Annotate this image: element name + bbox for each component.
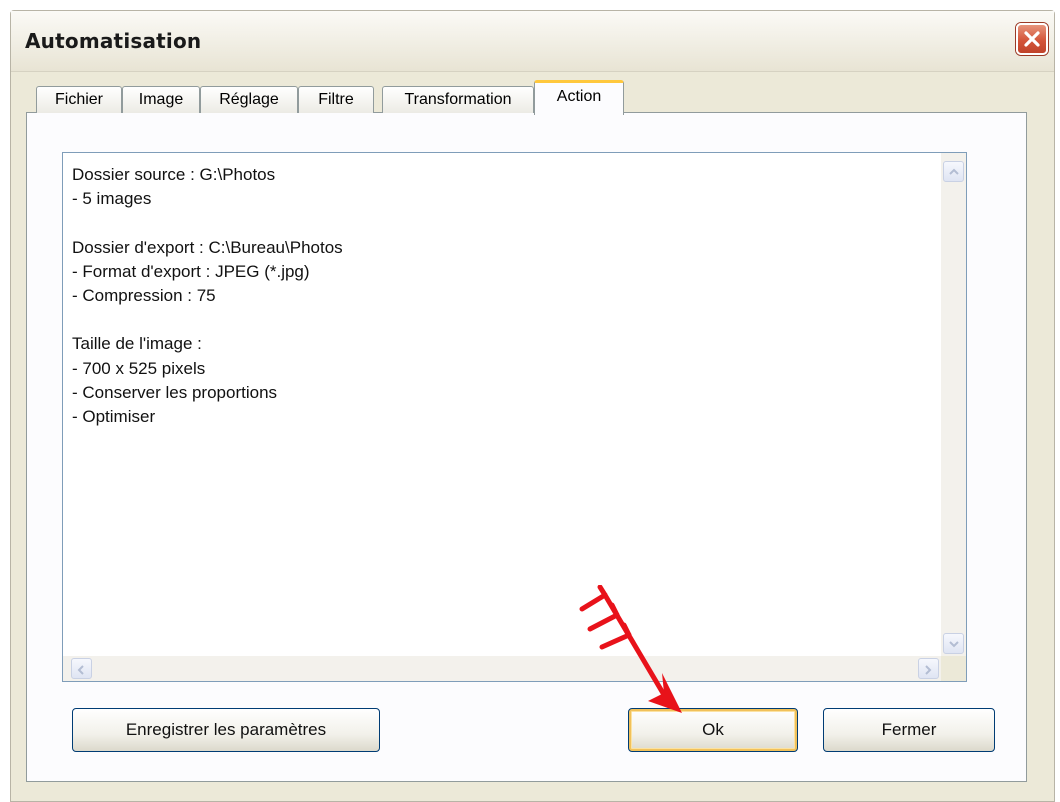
- summary-textarea[interactable]: Dossier source : G:\Photos - 5 images Do…: [62, 152, 967, 682]
- scroll-down-button[interactable]: [943, 633, 964, 654]
- close-window-button[interactable]: [1016, 23, 1048, 55]
- title-bar[interactable]: Automatisation: [11, 11, 1054, 72]
- scroll-up-button[interactable]: [943, 161, 964, 182]
- summary-text: Dossier source : G:\Photos - 5 images Do…: [72, 165, 343, 427]
- scroll-left-button[interactable]: [71, 658, 92, 679]
- horizontal-scrollbar[interactable]: [63, 656, 941, 681]
- tab-action[interactable]: Action: [534, 80, 624, 115]
- tab-image[interactable]: Image: [122, 86, 200, 113]
- tab-filtre[interactable]: Filtre: [298, 86, 374, 113]
- close-button[interactable]: Fermer: [823, 708, 995, 752]
- tab-reglage[interactable]: Réglage: [200, 86, 298, 113]
- tab-fichier[interactable]: Fichier: [36, 86, 122, 113]
- scrollbar-corner: [941, 656, 966, 681]
- vertical-scrollbar[interactable]: [941, 153, 966, 658]
- tab-transformation[interactable]: Transformation: [382, 86, 534, 113]
- red-arrow-icon: [560, 584, 690, 720]
- save-parameters-button[interactable]: Enregistrer les paramètres: [72, 708, 380, 752]
- window-title: Automatisation: [25, 29, 202, 53]
- scroll-right-button[interactable]: [918, 658, 939, 679]
